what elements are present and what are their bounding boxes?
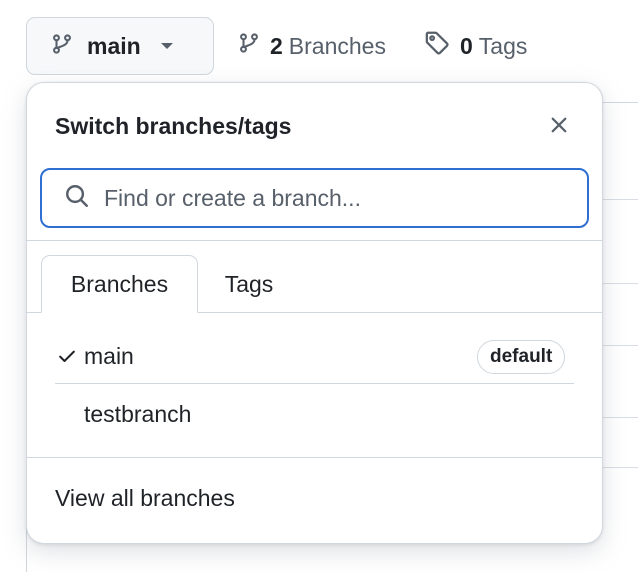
tags-link[interactable]: 0 Tags [424, 28, 527, 64]
header-divider [27, 240, 602, 241]
tags-count: 0 [460, 32, 473, 59]
git-branch-icon [51, 31, 73, 62]
branch-selector-label: main [87, 32, 141, 59]
tags-label: Tags [478, 32, 528, 59]
git-branch-icon [238, 30, 260, 62]
footer-divider [27, 457, 602, 458]
tab-tags-label: Tags [224, 270, 274, 297]
branch-search-field[interactable] [40, 168, 589, 228]
dropdown-title: Switch branches/tags [55, 113, 292, 139]
tabs-bar: Branches Tags [27, 255, 602, 313]
tab-branches-label: Branches [70, 270, 169, 297]
default-badge: default [477, 340, 566, 374]
close-icon [549, 115, 569, 140]
branch-name: testbranch [84, 400, 192, 427]
branches-label: Branches [288, 32, 386, 59]
view-all-branches-link[interactable]: View all branches [55, 485, 235, 512]
search-icon [64, 183, 90, 214]
branch-name: main [84, 342, 134, 369]
caret-down-icon [160, 43, 173, 49]
branch-item-main[interactable]: main default [27, 328, 602, 384]
branch-search-input[interactable] [104, 184, 544, 212]
tag-icon [424, 30, 450, 62]
branches-count: 2 [270, 32, 283, 59]
tab-tags[interactable]: Tags [204, 255, 294, 313]
branch-item-testbranch[interactable]: testbranch [27, 386, 602, 442]
branches-link[interactable]: 2 Branches [238, 28, 386, 64]
tab-branches[interactable]: Branches [41, 255, 198, 313]
close-button[interactable] [545, 113, 573, 141]
item-divider [55, 383, 574, 384]
branch-selector-button[interactable]: main [26, 17, 214, 75]
check-icon [57, 346, 77, 371]
repo-page: main 2 Branches 0 Tags Switch branches/t… [0, 0, 638, 572]
branch-dropdown-panel: Switch branches/tags Branches [26, 82, 603, 544]
